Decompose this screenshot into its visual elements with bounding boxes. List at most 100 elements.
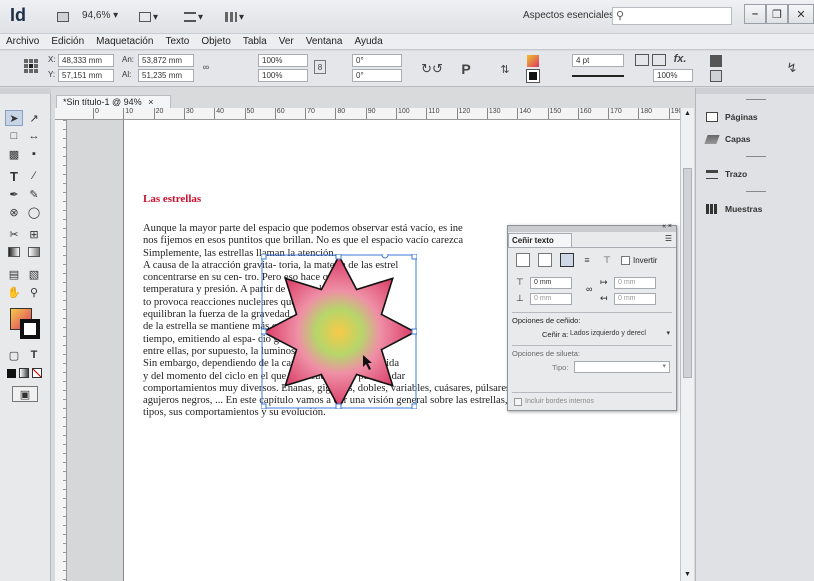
dock-grip[interactable] — [746, 99, 766, 100]
pen-tool-icon[interactable]: ✒ — [5, 186, 23, 202]
collapse-icon[interactable]: « × — [662, 223, 672, 230]
y-position-field[interactable]: 57,151 mm — [58, 69, 114, 82]
stroke-swatch[interactable] — [526, 69, 540, 83]
scale-link-icon[interactable]: 8 — [314, 60, 326, 74]
dock-item-stroke[interactable]: Trazo — [696, 163, 814, 185]
wrap-object-shape-icon[interactable] — [560, 253, 574, 267]
frame-fitting-icon[interactable] — [635, 54, 649, 66]
zoom-tool-icon[interactable]: ⚲ — [25, 284, 43, 300]
top-offset-field[interactable]: 0 mm — [530, 277, 572, 289]
panel-grip[interactable]: « × — [508, 223, 676, 232]
bridge-button[interactable] — [56, 8, 76, 26]
menu-texto[interactable]: Texto — [165, 36, 189, 47]
menu-edicion[interactable]: Edición — [51, 36, 84, 47]
type-tool-icon[interactable]: T — [5, 168, 23, 184]
direct-selection-tool-icon[interactable]: ↗ — [25, 110, 43, 126]
invert-checkbox[interactable] — [621, 256, 630, 265]
workspace-switcher[interactable]: Aspectos esenciales ▾ — [523, 10, 622, 21]
paragraph-style-icon[interactable]: P — [455, 59, 477, 79]
zoom-level-dropdown[interactable]: 94,6% ▾ — [82, 10, 118, 21]
panel-options-icon[interactable]: ☰ — [665, 234, 672, 243]
menu-maquetacion[interactable]: Maquetación — [96, 36, 153, 47]
menu-ventana[interactable]: Ventana — [306, 36, 343, 47]
menu-archivo[interactable]: Archivo — [6, 36, 39, 47]
link-offsets-icon[interactable]: ∞ — [586, 284, 592, 294]
menu-ver[interactable]: Ver — [279, 36, 294, 47]
wrap-panel-tab[interactable]: Ceñir texto — [508, 233, 572, 247]
drop-shadow-icon[interactable] — [652, 54, 666, 66]
close-tab-icon[interactable]: × — [148, 97, 153, 107]
menu-ayuda[interactable]: Ayuda — [354, 36, 382, 47]
star-graphic[interactable] — [260, 251, 418, 410]
maximize-button[interactable]: ❐ — [766, 4, 788, 24]
menu-tabla[interactable]: Tabla — [243, 36, 267, 47]
height-field[interactable]: 51,235 mm — [138, 69, 194, 82]
gradient-swatch-tool-icon[interactable] — [5, 244, 23, 260]
stroke-type-dropdown[interactable] — [572, 75, 624, 77]
scale-y-field[interactable]: 100% — [258, 69, 308, 82]
formatting-text-icon[interactable]: T — [25, 347, 43, 363]
apply-color-icon[interactable] — [7, 369, 16, 378]
dock-item-layers[interactable]: Capas — [696, 128, 814, 150]
include-edges-checkbox[interactable] — [514, 398, 522, 406]
line-tool-icon[interactable]: ∕ — [25, 168, 43, 184]
gradient-feather-tool-icon[interactable] — [25, 244, 43, 260]
dock-grip[interactable] — [746, 191, 766, 192]
scroll-down-icon[interactable]: ▼ — [684, 571, 691, 578]
selection-tool-icon[interactable]: ➤ — [5, 110, 23, 126]
scale-x-field[interactable]: 100% — [258, 54, 308, 67]
bottom-offset-field[interactable]: 0 mm — [530, 293, 572, 305]
free-transform-tool-icon[interactable]: ⊞ — [25, 226, 43, 242]
tools-panel-header[interactable] — [0, 88, 51, 94]
select-content-icon[interactable] — [710, 70, 722, 82]
gap-tool-icon[interactable]: ↔ — [25, 128, 43, 144]
page-tool-icon[interactable]: □ — [5, 128, 23, 144]
article-title[interactable]: Las estrellas — [143, 193, 201, 205]
menu-objeto[interactable]: Objeto — [201, 36, 230, 47]
pencil-tool-icon[interactable]: ✎ — [25, 186, 43, 202]
vertical-scrollbar[interactable]: ▲ ▼ — [680, 108, 694, 581]
dock-header[interactable] — [696, 88, 814, 94]
horizontal-ruler[interactable]: 0 10 20 30 40 50 60 70 80 90 100 110 120 130 140 150 160… — [55, 108, 682, 120]
x-position-field[interactable]: 48,333 mm — [58, 54, 114, 67]
flip-icons[interactable]: ⇅ — [490, 55, 520, 83]
eyedropper-tool-icon[interactable]: ▧ — [25, 266, 43, 282]
fill-swatch[interactable] — [527, 55, 539, 67]
star-graphic-frame[interactable] — [260, 251, 418, 410]
wrap-bounding-box-icon[interactable] — [538, 253, 552, 267]
rotation-field[interactable]: 0° — [352, 54, 402, 67]
constrain-proportions-icon[interactable]: ∞ — [200, 61, 212, 73]
content-placer-icon[interactable]: ▪ — [25, 146, 43, 162]
formatting-container-icon[interactable]: ▢ — [5, 347, 23, 363]
jump-object-icon[interactable]: ≡ — [580, 253, 594, 267]
dock-item-swatches[interactable]: Muestras — [696, 198, 814, 220]
width-field[interactable]: 53,872 mm — [138, 54, 194, 67]
note-tool-icon[interactable]: ▤ — [5, 266, 23, 282]
opacity-field[interactable]: 100% — [653, 69, 693, 82]
live-corner-handle[interactable] — [381, 251, 389, 259]
scrollbar-thumb[interactable] — [683, 168, 692, 378]
apply-gradient-icon[interactable] — [19, 368, 29, 378]
hand-tool-icon[interactable]: ✋ — [5, 284, 23, 300]
select-container-icon[interactable] — [710, 55, 722, 67]
no-wrap-icon[interactable] — [516, 253, 530, 267]
view-options-button[interactable]: ▾ — [138, 8, 166, 26]
help-search-input[interactable]: ⚲ — [612, 7, 732, 25]
left-offset-field[interactable]: 0 mm — [614, 277, 656, 289]
screen-mode-icon[interactable]: ▣ — [12, 386, 38, 402]
stroke-weight-field[interactable]: 4 pt — [572, 54, 624, 67]
ellipse-tool-icon[interactable]: ◯ — [25, 204, 43, 220]
panel-menu-icon[interactable]: ↯ — [785, 60, 799, 75]
scroll-up-icon[interactable]: ▲ — [684, 110, 691, 117]
dock-item-pages[interactable]: Páginas — [696, 106, 814, 128]
dock-grip[interactable] — [746, 156, 766, 157]
effects-fx-icon[interactable]: fx. — [672, 52, 688, 66]
star-shape[interactable] — [261, 254, 417, 410]
contour-type-dropdown[interactable]: ▾ — [574, 361, 670, 373]
jump-next-column-icon[interactable]: ⊤ — [600, 253, 614, 267]
shear-field[interactable]: 0° — [352, 69, 402, 82]
wrap-to-dropdown[interactable]: Lados izquierdo y derecl ▾ — [570, 328, 670, 341]
vertical-ruler[interactable] — [55, 120, 67, 581]
right-offset-field[interactable]: 0 mm — [614, 293, 656, 305]
content-collector-icon[interactable]: ▩ — [5, 146, 23, 162]
